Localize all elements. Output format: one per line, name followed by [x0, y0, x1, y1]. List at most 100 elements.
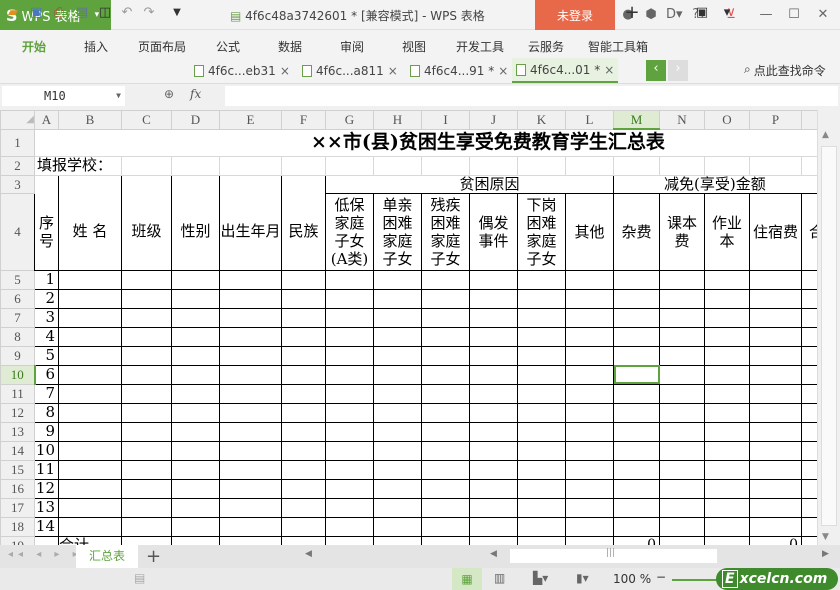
row-header[interactable]: 17	[0, 497, 35, 518]
cell[interactable]	[281, 478, 326, 499]
cell[interactable]	[373, 402, 422, 423]
print-icon[interactable]: ▤	[73, 4, 91, 22]
column-header[interactable]: A	[34, 110, 59, 130]
cell[interactable]	[281, 269, 326, 290]
cell[interactable]	[565, 155, 614, 176]
row-header[interactable]: 9	[0, 345, 35, 366]
menu-tab[interactable]: 审阅	[340, 38, 364, 55]
cell[interactable]	[281, 440, 326, 461]
cell[interactable]	[421, 288, 470, 309]
cell[interactable]	[58, 269, 122, 290]
reading-layout-icon[interactable]: ▙▾	[533, 571, 548, 585]
cell[interactable]	[281, 345, 326, 366]
cell[interactable]	[121, 383, 172, 404]
cell[interactable]	[565, 421, 614, 442]
cell[interactable]	[659, 307, 705, 328]
cell[interactable]	[58, 459, 122, 480]
menu-tab[interactable]: 开始	[22, 38, 46, 55]
close-button[interactable]: ✕	[815, 7, 831, 23]
cell[interactable]	[517, 383, 566, 404]
zoom-slider[interactable]	[672, 579, 722, 581]
cell[interactable]	[281, 497, 326, 518]
cell[interactable]	[469, 535, 518, 545]
menu-tab[interactable]: 数据	[278, 38, 302, 55]
cell[interactable]	[749, 326, 802, 347]
row-header[interactable]: 7	[0, 307, 35, 328]
cell[interactable]	[325, 269, 374, 290]
cell[interactable]	[469, 288, 518, 309]
cell[interactable]	[325, 497, 374, 518]
cell[interactable]	[749, 155, 802, 176]
cell[interactable]	[469, 402, 518, 423]
cloud-icon[interactable]: ⬢	[643, 7, 659, 23]
cell[interactable]	[517, 307, 566, 328]
cell[interactable]	[121, 269, 172, 290]
close-tab-icon[interactable]: ×	[498, 64, 508, 78]
cell[interactable]	[517, 155, 566, 176]
cell[interactable]	[565, 364, 614, 385]
document-tab[interactable]: 4f6c4...91 * ×	[406, 58, 512, 83]
cell[interactable]	[704, 345, 750, 366]
cell[interactable]	[517, 421, 566, 442]
cell[interactable]	[659, 288, 705, 309]
scroll-thumb[interactable]	[821, 146, 837, 526]
row-header[interactable]: 15	[0, 459, 35, 480]
cell[interactable]	[704, 155, 750, 176]
cell[interactable]	[373, 459, 422, 480]
cell[interactable]	[219, 364, 282, 385]
cell[interactable]	[704, 307, 750, 328]
cell[interactable]	[659, 364, 705, 385]
cell[interactable]	[219, 421, 282, 442]
cell[interactable]	[613, 326, 660, 347]
cell[interactable]	[58, 326, 122, 347]
document-tab[interactable]: 4f6c...eb31 ×	[190, 58, 294, 83]
cell[interactable]	[469, 307, 518, 328]
cell[interactable]	[171, 345, 220, 366]
row-header[interactable]: 13	[0, 421, 35, 442]
cell[interactable]	[421, 326, 470, 347]
row-header[interactable]: 4	[0, 192, 35, 271]
cell[interactable]	[121, 478, 172, 499]
cell[interactable]	[749, 364, 802, 385]
cell[interactable]	[469, 497, 518, 518]
cell[interactable]	[801, 402, 817, 423]
cell[interactable]	[281, 421, 326, 442]
cell[interactable]	[373, 155, 422, 176]
cell[interactable]	[517, 288, 566, 309]
menu-tab[interactable]: 插入	[84, 38, 108, 55]
cell[interactable]	[58, 345, 122, 366]
cell[interactable]	[58, 307, 122, 328]
scroll-left-icon[interactable]: ◀	[305, 549, 312, 559]
command-search[interactable]: ⌕ 点此查找命令	[744, 62, 826, 79]
cell[interactable]	[613, 516, 660, 537]
spreadsheet-grid[interactable]: ◢ A B C D E F G H I J K L M N O P 1 ××市(县)贫困生享受免费教育学生汇总表 2 填…	[0, 110, 817, 545]
cell[interactable]	[704, 288, 750, 309]
menu-tab[interactable]: 视图	[402, 38, 426, 55]
cell[interactable]	[517, 440, 566, 461]
cell[interactable]	[219, 402, 282, 423]
cell[interactable]	[171, 269, 220, 290]
cell[interactable]	[373, 307, 422, 328]
cell[interactable]	[704, 535, 750, 545]
cell[interactable]	[421, 459, 470, 480]
login-button[interactable]: 未登录	[535, 0, 615, 30]
cell[interactable]	[325, 402, 374, 423]
cell[interactable]	[613, 345, 660, 366]
cell[interactable]	[421, 383, 470, 404]
cell[interactable]	[171, 288, 220, 309]
cell[interactable]	[704, 516, 750, 537]
cell[interactable]	[34, 535, 59, 545]
cell[interactable]	[704, 478, 750, 499]
cell[interactable]	[749, 516, 802, 537]
cell[interactable]	[219, 326, 282, 347]
seq-cell[interactable]: 4	[34, 326, 59, 347]
cell[interactable]	[565, 383, 614, 404]
cell[interactable]	[659, 535, 705, 545]
cell[interactable]	[659, 269, 705, 290]
cell[interactable]	[565, 402, 614, 423]
cell[interactable]	[613, 155, 660, 176]
cell[interactable]	[121, 421, 172, 442]
cell[interactable]	[565, 516, 614, 537]
normal-view-icon[interactable]: ▦	[452, 568, 482, 590]
cell[interactable]	[469, 345, 518, 366]
